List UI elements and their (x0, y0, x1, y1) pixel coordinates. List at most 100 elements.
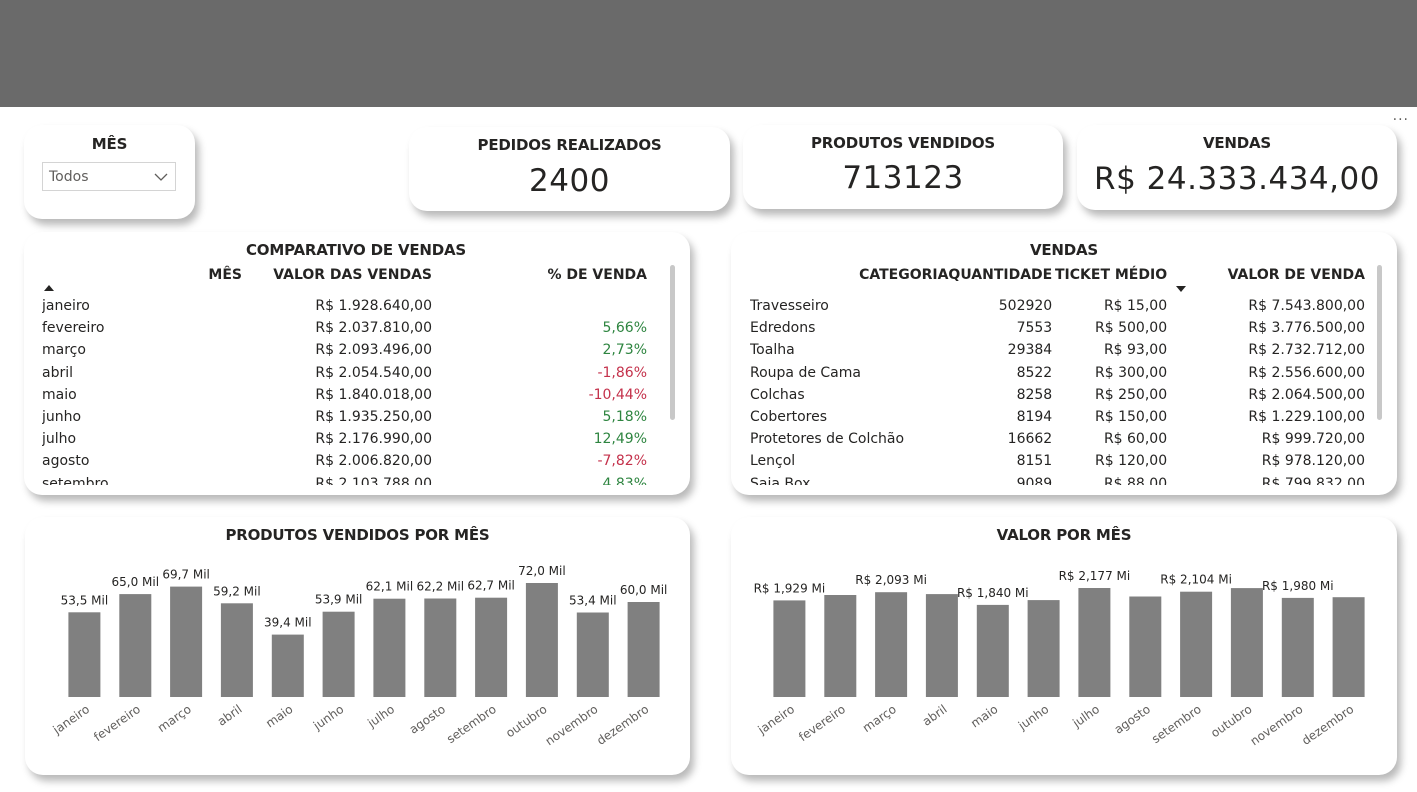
cell-valor: R$ 1.840.018,00 (315, 386, 432, 403)
table-row[interactable]: Cobertores 8194 R$ 150,00 R$ 1.229.100,00 (750, 406, 1365, 428)
x-tick-label: fevereiro (91, 702, 143, 744)
table-row[interactable]: maio R$ 1.840.018,00 -10,44% (42, 384, 647, 406)
bar-outubro[interactable] (525, 583, 558, 697)
bar-abril[interactable] (220, 603, 253, 697)
col-header-quantidade[interactable]: QUANTIDADE (948, 264, 1052, 286)
cell-valor-venda: R$ 2.556.600,00 (1248, 364, 1365, 381)
bar-outubro[interactable] (1230, 588, 1263, 697)
cell-quantidade: 7553 (1016, 320, 1053, 337)
kpi-pedidos-title: PEDIDOS REALIZADOS (477, 136, 662, 154)
x-tick-label: setembro (444, 702, 499, 746)
bar-agosto[interactable] (424, 598, 457, 698)
vendas-categoria-viewport[interactable]: CATEGORIA QUANTIDADE TICKET MÉDIO VALOR … (750, 264, 1370, 485)
bar-março[interactable] (875, 592, 908, 697)
data-label: 72,0 Mil (518, 564, 566, 578)
cell-pct: 12,49% (593, 431, 647, 448)
data-label: R$ 2,177 Mi (1059, 569, 1131, 583)
table-row[interactable]: Roupa de Cama 8522 R$ 300,00 R$ 2.556.600,0… (750, 362, 1365, 384)
kpi-vendas-title: VENDAS (1202, 134, 1272, 152)
kpi-card-pedidos: PEDIDOS REALIZADOS 2400 (409, 127, 730, 211)
cell-valor-venda: R$ 3.776.500,00 (1248, 320, 1365, 337)
kpi-vendas-value: R$ 24.333.434,00 (1094, 161, 1380, 197)
bar-março[interactable] (170, 586, 203, 697)
x-tick-label: junho (1015, 702, 1051, 733)
table-row[interactable]: Protetores de Colchão 16662 R$ 60,00 R$ 999… (750, 428, 1365, 450)
cell-mes: abril (42, 364, 74, 381)
comparativo-scrollbar[interactable] (670, 265, 675, 420)
table-row[interactable]: agosto R$ 2.006.820,00 -7,82% (42, 450, 647, 472)
table-row[interactable]: setembro R$ 2.103.788,00 4,83% (42, 473, 647, 485)
cell-pct: -1,86% (597, 364, 647, 381)
data-label: 62,7 Mil (467, 579, 515, 593)
bar-fevereiro[interactable] (824, 595, 857, 697)
produtos-por-mes-chart: 53,5 Mil janeiro 65,0 Mil fevereiro 69,7 Mil… (50, 564, 668, 748)
comparativo-title: COMPARATIVO DE VENDAS (245, 241, 467, 259)
x-tick-label: abril (215, 702, 245, 729)
bar-abril[interactable] (925, 594, 958, 697)
bar-setembro[interactable] (475, 597, 508, 697)
bar-maio[interactable] (976, 604, 1009, 697)
table-row[interactable]: janeiro R$ 1.928.640,00 (42, 295, 647, 317)
table-row[interactable]: abril R$ 2.054.540,00 -1,86% (42, 362, 647, 384)
table-row[interactable]: Lençol 8151 R$ 120,00 R$ 978.120,00 (750, 450, 1365, 472)
bar-julho[interactable] (1078, 588, 1111, 697)
kpi-pedidos-value: 2400 (529, 163, 610, 199)
bar-dezembro[interactable] (627, 602, 660, 697)
col-header-valor[interactable]: VALOR DAS VENDAS (242, 264, 432, 286)
cell-categoria: Toalha (750, 342, 795, 359)
data-label: 62,2 Mil (417, 580, 465, 594)
cell-ticket: R$ 500,00 (1095, 320, 1168, 337)
vendas-categoria-title: VENDAS (1029, 241, 1099, 259)
cell-categoria: Colchas (750, 386, 805, 403)
table-row[interactable]: março R$ 2.093.496,00 2,73% (42, 339, 647, 361)
col-header-pct[interactable]: % DE VENDA (432, 264, 647, 286)
col-header-ticket[interactable]: TICKET MÉDIO (1052, 264, 1167, 286)
comparativo-table-viewport[interactable]: MÊS VALOR DAS VENDAS % DE VENDA janeiro R… (42, 264, 652, 485)
data-label: 39,4 Mil (264, 616, 312, 630)
mes-dropdown[interactable]: Todos (42, 162, 176, 191)
cell-pct: 5,66% (602, 320, 647, 337)
table-row[interactable]: Edredons 7553 R$ 500,00 R$ 3.776.500,00 (750, 317, 1365, 339)
col-header-valor-venda[interactable]: VALOR DE VENDA (1167, 264, 1365, 286)
cell-categoria: Cobertores (750, 409, 828, 426)
table-row[interactable]: Saia Box 9089 R$ 88,00 R$ 799.832,00 (750, 473, 1365, 485)
x-tick-label: dezembro (1299, 702, 1356, 748)
cell-ticket: R$ 15,00 (1103, 298, 1168, 315)
table-row[interactable]: Colchas 8258 R$ 250,00 R$ 2.064.500,00 (750, 384, 1365, 406)
x-tick-label: julho (364, 702, 397, 731)
vendas-categoria-scrollbar[interactable] (1377, 265, 1382, 420)
cell-categoria: Protetores de Colchão (750, 431, 905, 448)
table-row[interactable]: Toalha 29384 R$ 93,00 R$ 2.732.712,00 (750, 339, 1365, 361)
cell-categoria: Saia Box (750, 475, 811, 485)
col-header-mes[interactable]: MÊS (42, 264, 242, 286)
bar-julho[interactable] (373, 598, 406, 697)
bar-junho[interactable] (1027, 600, 1060, 697)
bar-agosto[interactable] (1129, 596, 1162, 698)
mes-dropdown-value: Todos (49, 169, 89, 185)
x-tick-label: janeiro (755, 702, 797, 738)
x-tick-label: outubro (1208, 702, 1254, 740)
table-row[interactable]: Travesseiro 502920 R$ 15,00 R$ 7.543.800,00 (750, 295, 1365, 317)
bar-maio[interactable] (271, 634, 304, 697)
mes-slicer-title: MÊS (91, 135, 128, 153)
table-row[interactable]: julho R$ 2.176.990,00 12,49% (42, 428, 647, 450)
col-header-categoria[interactable]: CATEGORIA (750, 264, 948, 286)
bar-janeiro[interactable] (68, 612, 101, 697)
bar-junho[interactable] (322, 611, 355, 697)
table-row[interactable]: junho R$ 1.935.250,00 5,18% (42, 406, 647, 428)
bar-novembro[interactable] (1281, 597, 1314, 697)
bar-janeiro[interactable] (773, 600, 806, 697)
bar-novembro[interactable] (576, 612, 609, 698)
cell-valor-venda: R$ 978.120,00 (1261, 453, 1365, 470)
table-row[interactable]: fevereiro R$ 2.037.810,00 5,66% (42, 317, 647, 339)
bar-dezembro[interactable] (1332, 597, 1365, 697)
bar-fevereiro[interactable] (119, 594, 152, 697)
data-label: 60,0 Mil (620, 583, 668, 597)
data-label: 69,7 Mil (162, 568, 210, 582)
data-label: R$ 1,840 Mi (957, 586, 1029, 600)
data-label: 53,9 Mil (315, 593, 363, 607)
bar-setembro[interactable] (1180, 591, 1213, 697)
cell-quantidade: 16662 (1007, 431, 1053, 448)
cell-pct: -10,44% (588, 386, 647, 403)
more-options-icon[interactable]: ··· (1393, 112, 1409, 128)
